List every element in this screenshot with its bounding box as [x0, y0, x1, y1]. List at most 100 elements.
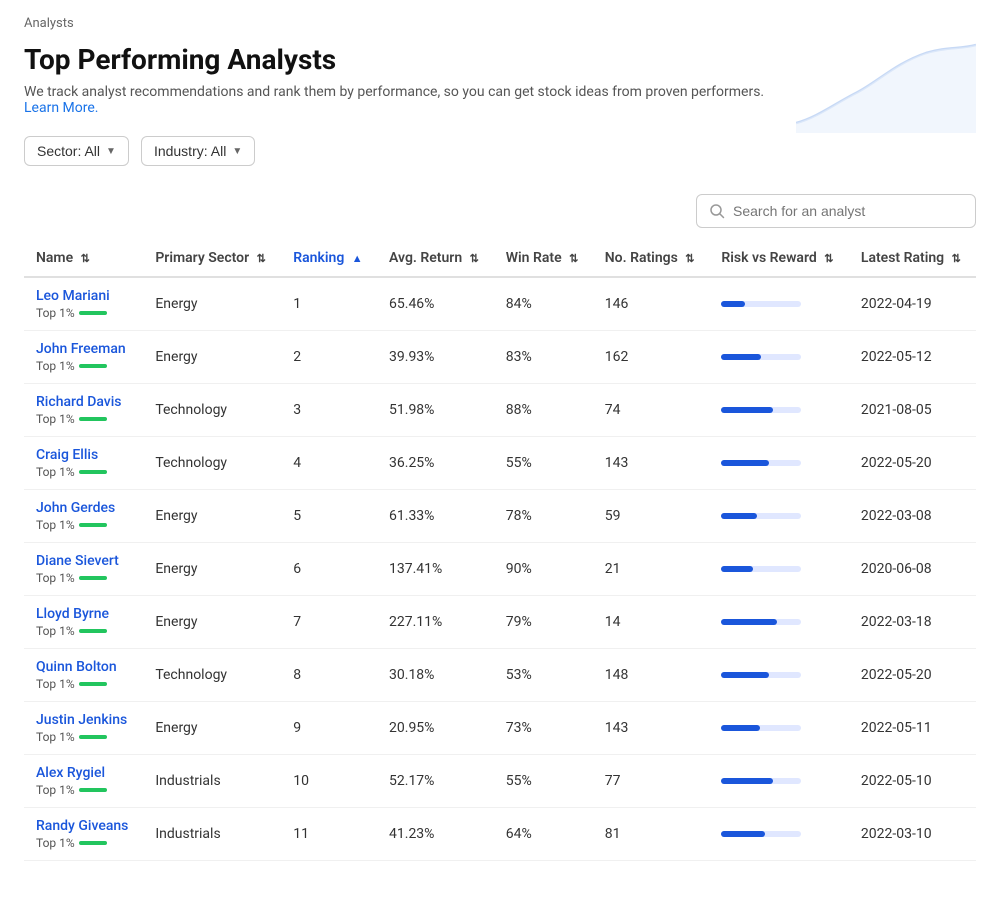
cell-avg-return: 65.46% — [377, 277, 494, 331]
cell-name: Lloyd Byrne Top 1% — [24, 596, 143, 649]
cell-name: Justin Jenkins Top 1% — [24, 702, 143, 755]
table-row: John Freeman Top 1% Energy 2 39.93% 83% … — [24, 331, 976, 384]
learn-more-link[interactable]: Learn More. — [24, 100, 98, 116]
cell-no-ratings: 74 — [593, 384, 710, 437]
cell-ranking: 7 — [281, 596, 377, 649]
avg-return-sort-icon: ⇅ — [470, 252, 479, 265]
col-no-ratings[interactable]: No. Ratings ⇅ — [593, 240, 710, 277]
risk-reward-fill — [721, 513, 757, 519]
cell-latest-rating: 2020-06-08 — [849, 543, 976, 596]
table-row: Craig Ellis Top 1% Technology 4 36.25% 5… — [24, 437, 976, 490]
cell-avg-return: 51.98% — [377, 384, 494, 437]
risk-reward-fill — [721, 778, 773, 784]
cell-latest-rating: 2022-03-10 — [849, 808, 976, 861]
cell-risk-reward — [709, 543, 849, 596]
cell-win-rate: 73% — [494, 702, 593, 755]
cell-avg-return: 52.17% — [377, 755, 494, 808]
cell-win-rate: 84% — [494, 277, 593, 331]
name-sort-icon: ⇅ — [81, 252, 90, 265]
cell-sector: Energy — [143, 702, 281, 755]
risk-reward-fill — [721, 672, 769, 678]
cell-no-ratings: 81 — [593, 808, 710, 861]
cell-ranking: 3 — [281, 384, 377, 437]
table-row: Richard Davis Top 1% Technology 3 51.98%… — [24, 384, 976, 437]
top-badge: Top 1% — [36, 836, 131, 850]
cell-win-rate: 55% — [494, 755, 593, 808]
analyst-link[interactable]: Alex Rygiel — [36, 765, 131, 781]
analyst-link[interactable]: John Gerdes — [36, 500, 131, 516]
table-row: Lloyd Byrne Top 1% Energy 7 227.11% 79% … — [24, 596, 976, 649]
top-badge: Top 1% — [36, 306, 131, 320]
performance-bar — [79, 841, 107, 845]
cell-name: John Gerdes Top 1% — [24, 490, 143, 543]
cell-ranking: 5 — [281, 490, 377, 543]
sector-filter[interactable]: Sector: All ▼ — [24, 136, 129, 166]
search-input[interactable] — [733, 203, 963, 219]
industry-filter[interactable]: Industry: All ▼ — [141, 136, 255, 166]
col-name[interactable]: Name ⇅ — [24, 240, 143, 277]
table-row: Justin Jenkins Top 1% Energy 9 20.95% 73… — [24, 702, 976, 755]
cell-risk-reward — [709, 808, 849, 861]
cell-risk-reward — [709, 596, 849, 649]
analyst-link[interactable]: Diane Sievert — [36, 553, 131, 569]
cell-risk-reward — [709, 277, 849, 331]
sector-chevron-icon: ▼ — [106, 146, 116, 157]
table-header: Name ⇅ Primary Sector ⇅ Ranking ▲ Avg. R… — [24, 240, 976, 277]
col-ranking[interactable]: Ranking ▲ — [281, 240, 377, 277]
cell-name: Quinn Bolton Top 1% — [24, 649, 143, 702]
top-badge: Top 1% — [36, 730, 131, 744]
cell-sector: Energy — [143, 543, 281, 596]
performance-bar — [79, 417, 107, 421]
col-avg-return[interactable]: Avg. Return ⇅ — [377, 240, 494, 277]
col-risk-reward[interactable]: Risk vs Reward ⇅ — [709, 240, 849, 277]
performance-bar — [79, 523, 107, 527]
industry-chevron-icon: ▼ — [232, 146, 242, 157]
cell-win-rate: 88% — [494, 384, 593, 437]
cell-no-ratings: 143 — [593, 702, 710, 755]
analyst-link[interactable]: Leo Mariani — [36, 288, 131, 304]
top-badge: Top 1% — [36, 783, 131, 797]
risk-reward-sort-icon: ⇅ — [824, 252, 833, 265]
analyst-link[interactable]: Quinn Bolton — [36, 659, 131, 675]
analyst-link[interactable]: John Freeman — [36, 341, 131, 357]
analyst-link[interactable]: Craig Ellis — [36, 447, 131, 463]
analysts-table: Name ⇅ Primary Sector ⇅ Ranking ▲ Avg. R… — [24, 240, 976, 861]
cell-ranking: 4 — [281, 437, 377, 490]
risk-reward-fill — [721, 831, 765, 837]
risk-reward-fill — [721, 407, 773, 413]
page-title: Top Performing Analysts — [24, 43, 796, 76]
risk-reward-fill — [721, 725, 759, 731]
risk-reward-bar — [721, 566, 801, 572]
risk-reward-fill — [721, 301, 745, 307]
cell-no-ratings: 14 — [593, 596, 710, 649]
top-badge: Top 1% — [36, 518, 131, 532]
analyst-link[interactable]: Randy Giveans — [36, 818, 131, 834]
cell-win-rate: 90% — [494, 543, 593, 596]
analyst-link[interactable]: Richard Davis — [36, 394, 131, 410]
top-badge: Top 1% — [36, 465, 131, 479]
cell-ranking: 2 — [281, 331, 377, 384]
performance-bar — [79, 311, 107, 315]
cell-ranking: 9 — [281, 702, 377, 755]
ranking-sort-icon: ▲ — [352, 252, 363, 265]
cell-avg-return: 137.41% — [377, 543, 494, 596]
table-row: Diane Sievert Top 1% Energy 6 137.41% 90… — [24, 543, 976, 596]
cell-name: Alex Rygiel Top 1% — [24, 755, 143, 808]
col-win-rate[interactable]: Win Rate ⇅ — [494, 240, 593, 277]
table-row: Leo Mariani Top 1% Energy 1 65.46% 84% 1… — [24, 277, 976, 331]
cell-name: Craig Ellis Top 1% — [24, 437, 143, 490]
risk-reward-bar — [721, 619, 801, 625]
cell-no-ratings: 143 — [593, 437, 710, 490]
cell-latest-rating: 2022-05-20 — [849, 437, 976, 490]
header-row: Top Performing Analysts We track analyst… — [24, 43, 976, 186]
cell-sector: Technology — [143, 649, 281, 702]
top-badge: Top 1% — [36, 677, 131, 691]
cell-risk-reward — [709, 490, 849, 543]
cell-risk-reward — [709, 755, 849, 808]
analyst-link[interactable]: Justin Jenkins — [36, 712, 131, 728]
risk-reward-fill — [721, 354, 761, 360]
col-sector[interactable]: Primary Sector ⇅ — [143, 240, 281, 277]
col-latest-rating[interactable]: Latest Rating ⇅ — [849, 240, 976, 277]
analyst-link[interactable]: Lloyd Byrne — [36, 606, 131, 622]
cell-avg-return: 39.93% — [377, 331, 494, 384]
